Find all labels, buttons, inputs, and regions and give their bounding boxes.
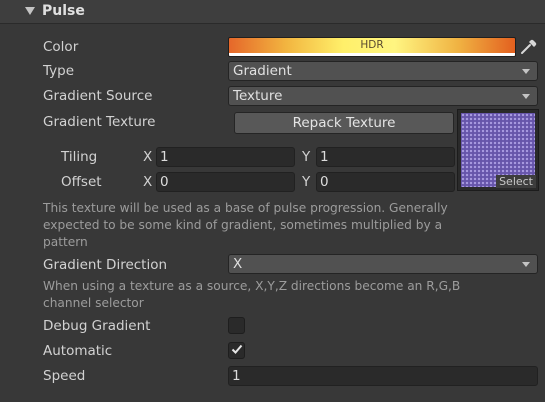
tiling-x-field[interactable]: 1 <box>156 147 295 167</box>
gradient-texture-label: Gradient Texture <box>43 114 156 130</box>
direction-help-text: When using a texture as a source, X,Y,Z … <box>43 279 461 310</box>
chevron-down-icon <box>522 94 530 99</box>
eyedropper-icon[interactable] <box>517 37 539 57</box>
tiling-y-label[interactable]: Y <box>302 147 310 167</box>
type-dropdown-value: Gradient <box>233 63 292 79</box>
tiling-label: Tiling <box>61 149 98 165</box>
section-title: Pulse <box>42 3 85 19</box>
hdr-color-field[interactable]: HDR <box>228 37 516 57</box>
debug-gradient-checkbox[interactable] <box>228 317 245 334</box>
tiling-y-field[interactable]: 1 <box>316 147 455 167</box>
type-label: Type <box>43 63 75 79</box>
chevron-down-icon <box>522 262 530 267</box>
type-dropdown[interactable]: Gradient <box>228 61 538 81</box>
tiling-x-label[interactable]: X <box>143 147 152 167</box>
automatic-label: Automatic <box>43 343 113 359</box>
alpha-strip <box>229 53 515 56</box>
offset-y-field[interactable]: 0 <box>316 172 455 192</box>
gradient-direction-value: X <box>233 256 243 272</box>
offset-x-field[interactable]: 0 <box>156 172 295 192</box>
hdr-badge: HDR <box>360 39 384 51</box>
offset-x-label[interactable]: X <box>143 172 152 192</box>
automatic-checkbox[interactable] <box>228 342 245 359</box>
repack-texture-button[interactable]: Repack Texture <box>234 112 454 134</box>
speed-label: Speed <box>43 368 86 384</box>
gradient-source-label: Gradient Source <box>43 88 153 104</box>
chevron-down-icon <box>522 69 530 74</box>
texture-object-field[interactable]: Select <box>457 109 539 191</box>
debug-gradient-label: Debug Gradient <box>43 318 151 334</box>
offset-y-label[interactable]: Y <box>302 172 310 192</box>
gradient-source-dropdown[interactable]: Texture <box>228 86 538 106</box>
foldout-arrow-icon[interactable] <box>25 7 35 15</box>
offset-label: Offset <box>61 174 102 190</box>
gradient-direction-dropdown[interactable]: X <box>228 254 538 274</box>
color-label: Color <box>43 39 79 55</box>
gradient-source-value: Texture <box>233 88 283 104</box>
speed-field[interactable]: 1 <box>228 366 538 386</box>
texture-select-button[interactable]: Select <box>496 175 536 188</box>
checkmark-icon <box>231 344 243 354</box>
gradient-direction-label: Gradient Direction <box>43 257 168 273</box>
texture-help-text: This texture will be used as a base of p… <box>43 201 448 249</box>
pulse-section-header[interactable]: Pulse <box>0 0 545 24</box>
